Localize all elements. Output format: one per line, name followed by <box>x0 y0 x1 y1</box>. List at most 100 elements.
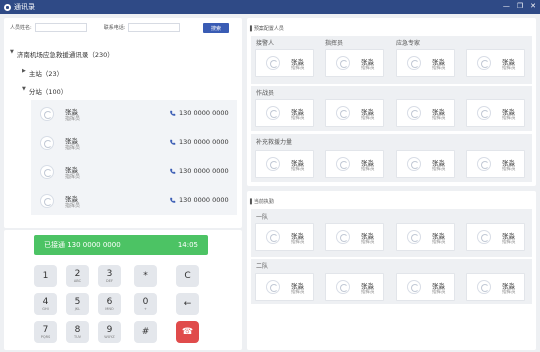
avatar-icon <box>477 56 491 70</box>
title-bar: 通讯录 — ❐ ✕ <box>0 0 540 14</box>
avatar-icon <box>40 136 54 150</box>
staff-card[interactable]: 张淼 指挥员 <box>396 49 455 77</box>
staff-card[interactable]: 张淼 指挥员 <box>325 223 384 251</box>
staff-card[interactable]: 张淼 指挥员 <box>255 150 314 178</box>
staff-card[interactable]: 张淼 指挥员 <box>396 99 455 127</box>
key-label: 1 <box>42 271 49 281</box>
close-icon[interactable]: ✕ <box>530 2 536 10</box>
staff-card[interactable]: 张淼 指挥员 <box>396 223 455 251</box>
contact-phone[interactable]: 130 0000 0000 <box>169 109 229 117</box>
contact-row[interactable]: 张淼 指挥员 130 0000 0000 <box>31 100 237 128</box>
staff-card[interactable]: 张淼 指挥员 <box>325 150 384 178</box>
staff-card[interactable]: 张淼 指挥员 <box>466 99 525 127</box>
avatar-icon <box>266 106 280 120</box>
avatar-icon <box>407 157 421 171</box>
name-input[interactable] <box>34 23 87 32</box>
staff-role: 指挥员 <box>361 116 375 121</box>
hangup-button[interactable]: ☎ <box>176 321 199 343</box>
staff-card[interactable]: 张淼 指挥员 <box>325 99 384 127</box>
group-title-support: 补充救援力量 <box>256 139 293 146</box>
contact-phone[interactable]: 130 0000 0000 <box>169 167 229 175</box>
phone-icon <box>170 139 176 145</box>
key-10[interactable]: ← <box>176 293 199 315</box>
key-sublabel: ABC <box>73 279 82 283</box>
staff-role: 指挥员 <box>361 66 375 71</box>
avatar-icon <box>266 56 280 70</box>
key-sublabel: JKL <box>74 307 81 311</box>
restore-icon[interactable]: ❐ <box>517 2 523 10</box>
tree-node-main[interactable]: ▶ 主站（23） <box>22 68 63 78</box>
contact-row[interactable]: 张淼 指挥员 130 0000 0000 <box>31 158 237 186</box>
contact-row[interactable]: 张淼 指挥员 130 0000 0000 <box>31 187 237 215</box>
key-13[interactable]: 9 WXYZ <box>98 321 121 343</box>
tree-main-label: 主站（23） <box>28 70 64 78</box>
avatar-icon <box>477 230 491 244</box>
call-time: 14:05 <box>177 241 198 249</box>
staff-role: 指挥员 <box>502 290 516 295</box>
contact-list: 张淼 指挥员 130 0000 0000 张淼 指挥员 130 0000 000… <box>31 100 237 215</box>
staff-card[interactable]: 张淼 指挥员 <box>255 223 314 251</box>
staff-card[interactable]: 张淼 指挥员 <box>466 49 525 77</box>
avatar-icon <box>407 230 421 244</box>
key-sublabel: PQRS <box>40 335 51 339</box>
key-3[interactable]: 3 DEF <box>98 265 121 287</box>
phone-icon <box>170 168 176 174</box>
key-2[interactable]: 2 ABC <box>66 265 89 287</box>
avatar-icon <box>336 157 350 171</box>
contact-row[interactable]: 张淼 指挥员 130 0000 0000 <box>31 129 237 157</box>
contact-phone[interactable]: 130 0000 0000 <box>169 196 229 204</box>
staff-role: 指挥员 <box>291 240 305 245</box>
key-4[interactable]: * <box>134 265 157 287</box>
key-11[interactable]: 7 PQRS <box>34 321 57 343</box>
contact-phone[interactable]: 130 0000 0000 <box>169 138 229 146</box>
staff-card[interactable]: 张淼 指挥员 <box>325 273 384 301</box>
key-9[interactable]: 0 + <box>134 293 157 315</box>
key-6[interactable]: 4 GHI <box>34 293 57 315</box>
contact-role: 指挥员 <box>65 203 81 209</box>
key-label: * <box>143 271 148 281</box>
key-7[interactable]: 5 JKL <box>66 293 89 315</box>
staff-role: 指挥员 <box>432 167 446 172</box>
caret-down-icon: ▼ <box>10 49 14 55</box>
key-label: 6 <box>106 297 113 307</box>
staff-card[interactable]: 张淼 指挥员 <box>466 223 525 251</box>
phone-label: 联系电话: <box>103 25 126 31</box>
window-title: 通讯录 <box>14 3 35 11</box>
key-14[interactable]: # <box>134 321 157 343</box>
staff-card[interactable]: 张淼 指挥员 <box>466 150 525 178</box>
minimize-icon[interactable]: — <box>503 2 510 10</box>
staff-role: 指挥员 <box>502 240 516 245</box>
tree-node-sub[interactable]: ▼ 分站（100） <box>22 86 67 96</box>
key-sublabel: DEF <box>106 279 113 283</box>
staff-card[interactable]: 张淼 指挥员 <box>396 273 455 301</box>
search-button[interactable]: 搜索 <box>203 23 229 33</box>
app-logo-icon <box>4 3 11 11</box>
key-label: 9 <box>106 325 113 335</box>
key-5[interactable]: C <box>176 265 199 287</box>
avatar-icon <box>336 106 350 120</box>
tree-root-label: 济南机场应急救援通讯录（230） <box>16 51 114 59</box>
staff-role: 指挥员 <box>432 66 446 71</box>
tree-root[interactable]: ▼ 济南机场应急救援通讯录（230） <box>10 49 114 59</box>
staff-role: 指挥员 <box>361 240 375 245</box>
avatar-icon <box>266 230 280 244</box>
staff-card[interactable]: 张淼 指挥员 <box>255 49 314 77</box>
staff-card[interactable]: 张淼 指挥员 <box>255 99 314 127</box>
phone-input[interactable] <box>128 23 181 32</box>
avatar-icon <box>266 157 280 171</box>
staff-card[interactable]: 张淼 指挥员 <box>325 49 384 77</box>
key-1[interactable]: 1 <box>34 265 57 287</box>
avatar-icon <box>477 280 491 294</box>
key-label: 4 <box>42 297 49 307</box>
staff-card[interactable]: 张淼 指挥员 <box>396 150 455 178</box>
avatar-icon <box>40 194 54 208</box>
staff-card[interactable]: 张淼 指挥员 <box>466 273 525 301</box>
key-label: ← <box>183 299 192 309</box>
staff-role: 指挥员 <box>502 167 516 172</box>
key-8[interactable]: 6 MNO <box>98 293 121 315</box>
avatar-icon <box>407 56 421 70</box>
staff-card[interactable]: 张淼 指挥员 <box>255 273 314 301</box>
key-12[interactable]: 8 TUV <box>66 321 89 343</box>
column-title-receiver: 接警人 <box>256 40 275 47</box>
phone-icon <box>170 110 176 116</box>
